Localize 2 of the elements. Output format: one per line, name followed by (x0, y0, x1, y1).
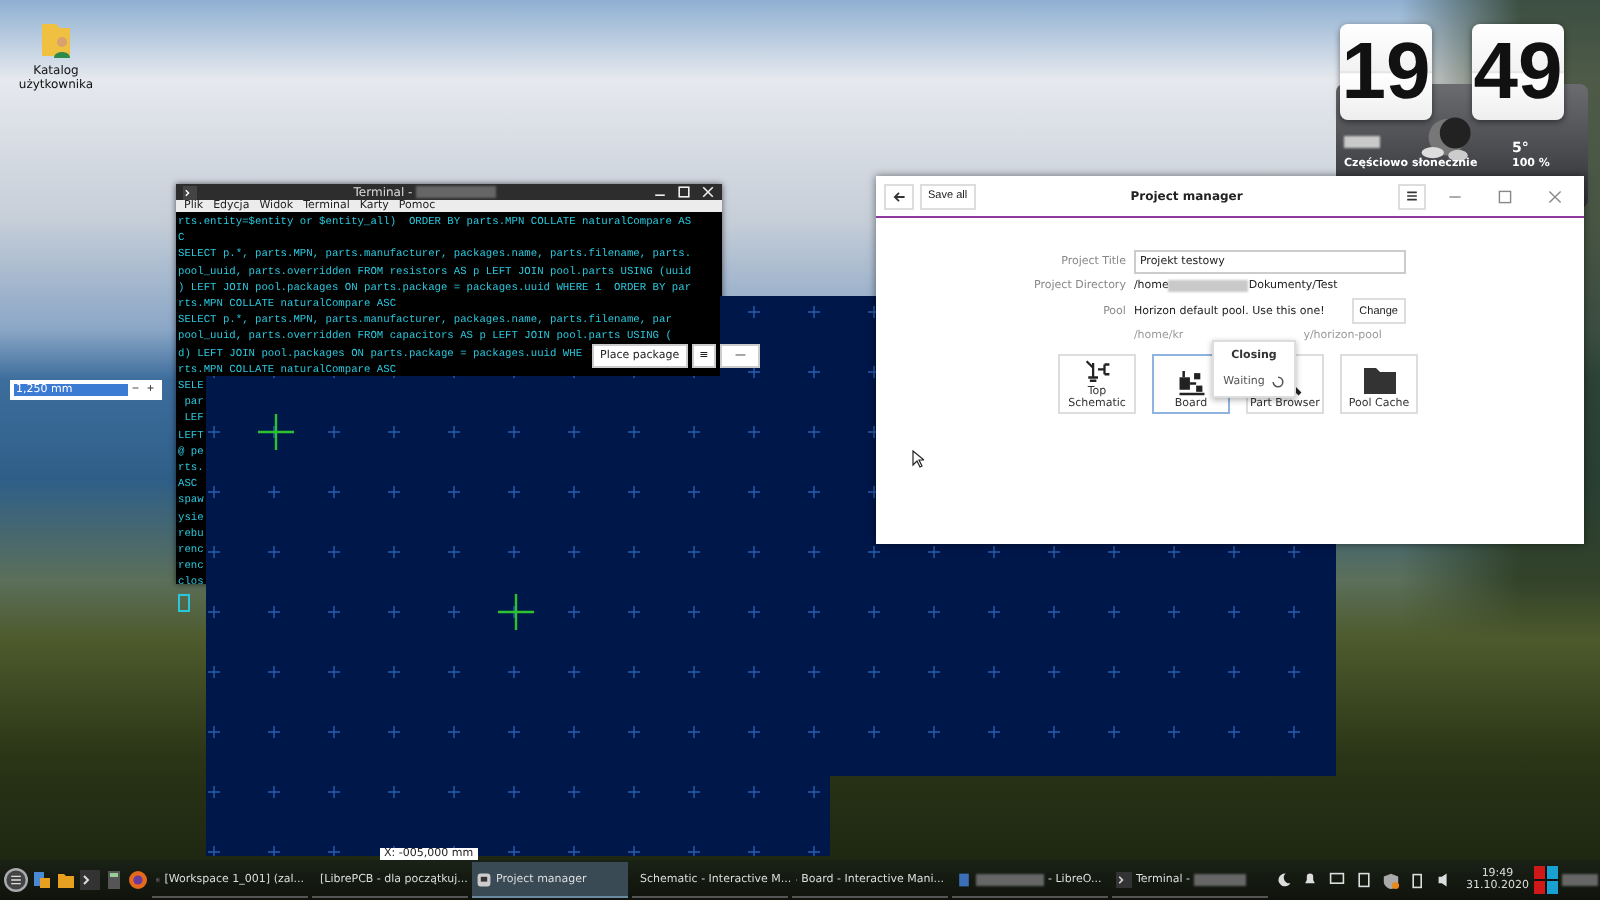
clock-hours: 19 (1340, 24, 1432, 120)
clock-minutes: 49 (1472, 24, 1564, 120)
